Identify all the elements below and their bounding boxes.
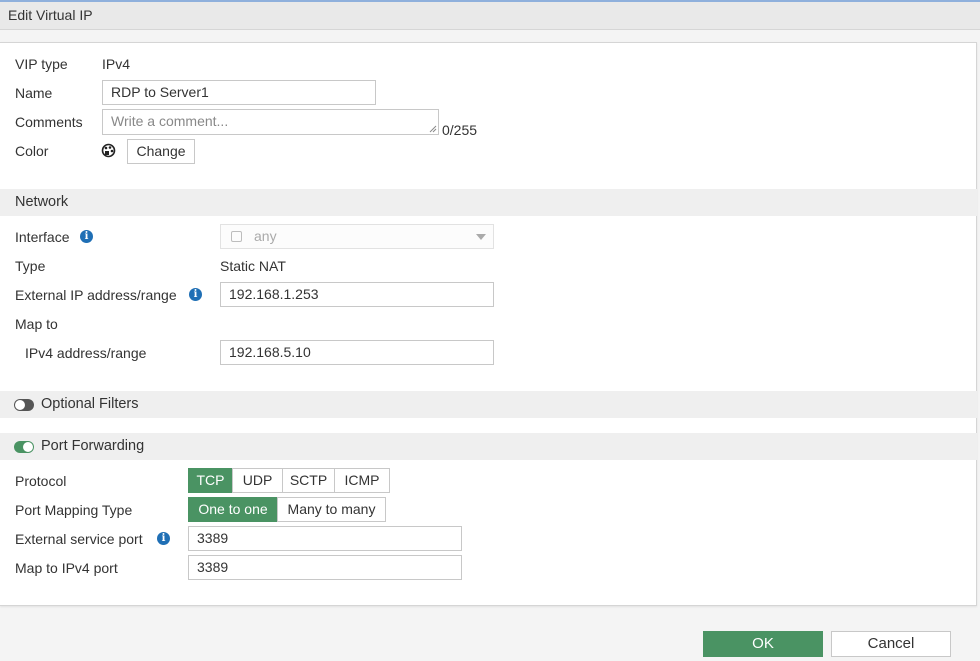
comments-placeholder: Write a comment... xyxy=(111,113,229,129)
interface-value: any xyxy=(254,228,277,244)
color-palette-icon xyxy=(101,143,116,158)
map-to-label: Map to xyxy=(15,316,58,332)
name-input[interactable]: RDP to Server1 xyxy=(102,80,376,105)
external-port-info-icon[interactable]: i xyxy=(157,532,170,545)
port-forwarding-toggle[interactable] xyxy=(14,441,34,453)
protocol-segmented-control: TCP UDP SCTP ICMP xyxy=(188,468,390,493)
type-label: Type xyxy=(15,258,46,274)
external-ip-label: External IP address/range xyxy=(15,287,177,303)
optional-filters-toggle[interactable] xyxy=(14,399,34,411)
toggle-knob xyxy=(15,400,25,410)
ok-button[interactable]: OK xyxy=(703,631,823,657)
ipv4-range-input[interactable]: 192.168.5.10 xyxy=(220,340,494,365)
interface-label: Interface xyxy=(15,229,70,245)
chevron-down-icon xyxy=(476,234,486,240)
vip-type-value: IPv4 xyxy=(102,56,131,72)
protocol-option-icmp[interactable]: ICMP xyxy=(334,468,390,493)
comments-counter: 0/255 xyxy=(442,122,478,138)
interface-select[interactable]: any xyxy=(220,224,494,249)
optional-filters-header: Optional Filters xyxy=(0,391,977,418)
resize-grip-icon[interactable] xyxy=(429,125,437,133)
protocol-option-sctp[interactable]: SCTP xyxy=(282,468,335,493)
dialog-title-bar: Edit Virtual IP xyxy=(0,2,980,30)
protocol-option-tcp[interactable]: TCP xyxy=(188,468,233,493)
type-value: Static NAT xyxy=(220,258,286,274)
network-section-title: Network xyxy=(15,194,69,210)
interface-checkbox-icon xyxy=(231,231,242,242)
toggle-knob xyxy=(23,442,33,452)
comments-label: Comments xyxy=(15,114,83,130)
vip-type-label: VIP type xyxy=(15,56,68,72)
dialog-title: Edit Virtual IP xyxy=(8,7,93,23)
mapping-option-many-to-many[interactable]: Many to many xyxy=(277,497,386,522)
port-forwarding-header: Port Forwarding xyxy=(0,433,977,460)
network-section-header: Network xyxy=(0,189,977,216)
comments-textarea[interactable]: Write a comment... xyxy=(102,109,439,135)
color-label: Color xyxy=(15,143,49,159)
protocol-option-udp[interactable]: UDP xyxy=(232,468,283,493)
port-mapping-type-label: Port Mapping Type xyxy=(15,502,133,518)
change-color-button[interactable]: Change xyxy=(127,139,195,164)
protocol-label: Protocol xyxy=(15,473,67,489)
port-mapping-segmented-control: One to one Many to many xyxy=(188,497,386,522)
optional-filters-label: Optional Filters xyxy=(41,396,139,412)
external-port-input[interactable]: 3389 xyxy=(188,526,462,551)
ipv4-range-label: IPv4 address/range xyxy=(25,345,147,361)
cancel-button[interactable]: Cancel xyxy=(831,631,951,657)
external-port-label: External service port xyxy=(15,531,143,547)
port-forwarding-label: Port Forwarding xyxy=(41,438,145,454)
map-port-label: Map to IPv4 port xyxy=(15,560,118,576)
external-ip-input[interactable]: 192.168.1.253 xyxy=(220,282,494,307)
interface-info-icon[interactable]: i xyxy=(80,230,93,243)
mapping-option-one-to-one[interactable]: One to one xyxy=(188,497,278,522)
name-label: Name xyxy=(15,85,53,101)
external-ip-info-icon[interactable]: i xyxy=(189,288,202,301)
map-port-input[interactable]: 3389 xyxy=(188,555,462,580)
